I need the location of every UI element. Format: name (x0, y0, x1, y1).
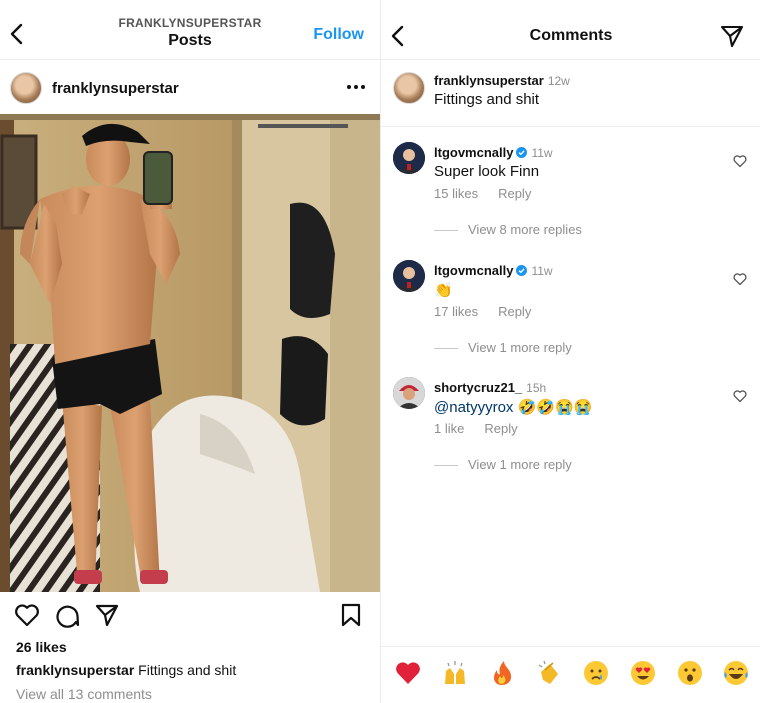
caption-divider (381, 126, 760, 127)
comment-text: 👏 (434, 282, 453, 299)
comment-username[interactable]: franklynsuperstar (434, 73, 544, 88)
comments-view: Comments franklynsuperstar 12w Fittings a… (380, 0, 760, 703)
comment-likes[interactable]: 17 likes (434, 304, 478, 319)
comment-text: Fittings and shit (434, 91, 540, 108)
comment-header: shortycruz21_ 15h (434, 379, 546, 397)
post-header: franklynsuperstar (10, 70, 370, 106)
comment-meta: 15 likes Reply (434, 186, 551, 201)
raising-hands-emoji[interactable] (442, 660, 468, 686)
avatar-portrait-image (393, 142, 425, 174)
caption-comment: franklynsuperstar 12w Fittings and shit (391, 70, 751, 118)
view-all-comments-link[interactable]: View all 13 comments (16, 686, 152, 702)
post-photo[interactable] (0, 114, 380, 592)
post-caption: franklynsuperstar Fittings and shit (16, 662, 236, 678)
avatar[interactable] (393, 142, 425, 174)
comment-likes[interactable]: 1 like (434, 421, 464, 436)
avatar-portrait-image (393, 377, 425, 409)
page-title: Comments (529, 27, 613, 44)
avatar[interactable] (393, 260, 425, 292)
comment-meta: 17 likes Reply (434, 304, 551, 319)
comment-time: 15h (526, 381, 547, 395)
avatar[interactable] (393, 377, 425, 409)
verified-badge-icon (516, 147, 528, 158)
send-icon[interactable] (720, 24, 744, 48)
comment-header: ltgovmcnally 11w (434, 262, 553, 280)
fire-emoji[interactable] (489, 660, 515, 686)
comment-meta: 1 like Reply (434, 421, 538, 436)
red-heart-emoji[interactable] (395, 660, 421, 686)
comment-time: 11w (531, 264, 553, 278)
post-view: FRANKLYNSUPERSTAR Posts Follow franklyns… (0, 0, 380, 703)
comment-username[interactable]: ltgovmcnally (434, 263, 513, 278)
comment-item: ltgovmcnally 11w 👏 17 likes Reply View 1 m… (391, 260, 751, 370)
crying-face-emoji[interactable] (583, 660, 609, 686)
comment-username[interactable]: shortycruz21_ (434, 380, 522, 395)
view-replies-label: View 1 more reply (468, 340, 572, 355)
follow-button[interactable]: Follow (313, 26, 364, 44)
reply-button[interactable]: Reply (498, 186, 531, 201)
comment-header: ltgovmcnally 11w (434, 144, 553, 162)
comment-item: ltgovmcnally 11w Super look Finn 15 likes… (391, 142, 751, 252)
comment-emoji-text: 🤣🤣😭😭 (517, 399, 593, 416)
share-icon[interactable] (94, 602, 120, 628)
emoji-bar-divider (381, 646, 760, 647)
reply-button[interactable]: Reply (484, 421, 517, 436)
comment-time: 11w (531, 146, 553, 160)
bookmark-icon[interactable] (338, 602, 364, 628)
view-replies-label: View 8 more replies (468, 222, 582, 237)
heart-outline-icon[interactable] (733, 272, 747, 286)
like-count[interactable]: 26 likes (16, 639, 67, 655)
view-replies-link[interactable]: View 1 more reply (434, 340, 572, 355)
replies-dash (434, 230, 458, 232)
avatar-portrait-image (393, 260, 425, 292)
view-replies-link[interactable]: View 8 more replies (434, 222, 582, 237)
clapping-hands-emoji[interactable] (536, 660, 562, 686)
heart-eyes-emoji[interactable] (630, 660, 656, 686)
replies-dash (434, 465, 458, 467)
caption-text: Fittings and shit (138, 662, 237, 678)
comment-text: Super look Finn (434, 163, 540, 180)
avatar[interactable] (10, 72, 42, 104)
comment-likes[interactable]: 15 likes (434, 186, 478, 201)
heart-outline-icon[interactable] (733, 389, 747, 403)
view-replies-link[interactable]: View 1 more reply (434, 457, 572, 472)
header-divider (0, 59, 380, 60)
verified-badge-icon (516, 265, 528, 276)
heart-icon[interactable] (14, 602, 40, 628)
caption-username[interactable]: franklynsuperstar (16, 662, 134, 678)
comment-text: @natyyyrox 🤣🤣😭😭 (434, 398, 592, 416)
replies-dash (434, 348, 458, 350)
heart-outline-icon[interactable] (733, 154, 747, 168)
more-options-icon[interactable] (346, 84, 366, 90)
comment-item: shortycruz21_ 15h @natyyyrox 🤣🤣😭😭 1 like R… (391, 377, 751, 487)
header-divider (381, 59, 760, 60)
tears-of-joy-emoji[interactable] (723, 660, 749, 686)
reply-button[interactable]: Reply (498, 304, 531, 319)
avatar[interactable] (393, 72, 425, 104)
comment-header: franklynsuperstar 12w (434, 72, 570, 90)
mention-link[interactable]: @natyyyrox (434, 399, 513, 416)
comment-icon[interactable] (54, 602, 80, 628)
post-username[interactable]: franklynsuperstar (52, 80, 179, 97)
comment-username[interactable]: ltgovmcnally (434, 145, 513, 160)
view-replies-label: View 1 more reply (468, 457, 572, 472)
mirror-selfie-image (0, 114, 380, 592)
comment-time: 12w (547, 74, 570, 88)
surprised-face-emoji[interactable] (677, 660, 703, 686)
